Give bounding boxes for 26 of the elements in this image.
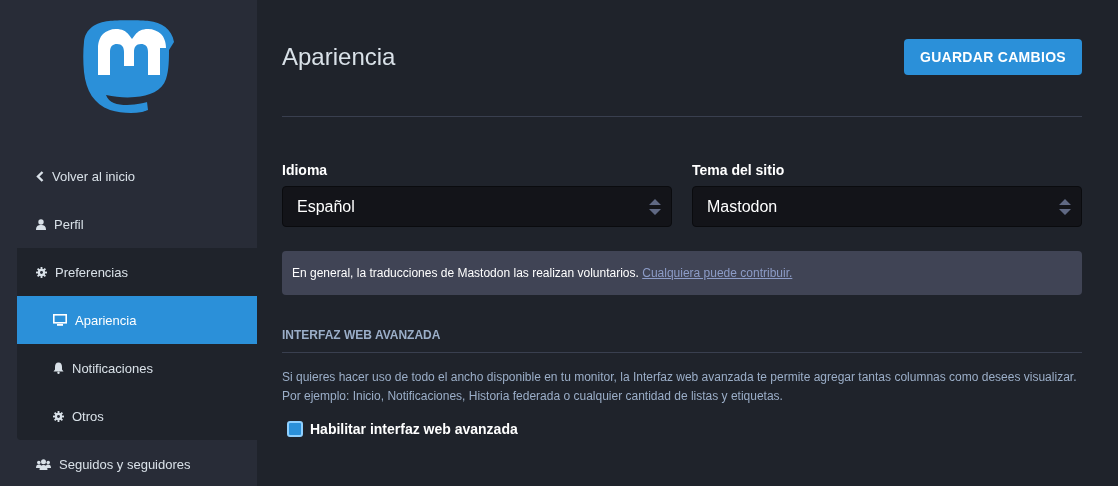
gear-icon [36, 266, 47, 278]
checkbox[interactable] [287, 421, 303, 437]
sidebar-item[interactable]: Notificaciones [17, 344, 257, 392]
section-description: Si quieres hacer uso de todo el ancho disponible en tu monitor, la Interfaz web avanzada te permite agregar tantas columnas como desees visualizar. Por ejemplo: Inicio, Notificaciones, Historia federada o cualquier cantidad de listas y etiquetas. [282, 369, 1078, 405]
sidebar-item[interactable]: Volver al inicio [17, 152, 257, 200]
user-icon [36, 218, 46, 230]
field-label: Tema del sitio [692, 162, 786, 178]
users-icon [36, 458, 51, 470]
field-label: Idioma [282, 162, 329, 178]
sidebar-item[interactable]: Preferencias [17, 248, 257, 296]
monitor-icon [53, 314, 67, 326]
bell-icon [53, 362, 64, 374]
notice-text: En general, la traducciones de Mastodon las realizan voluntarios. Cualquiera puede contribuir. [282, 251, 1082, 295]
contribute-link[interactable]: Cualquiera puede contribuir. [642, 266, 793, 280]
section-heading: INTERFAZ WEB AVANZADA [282, 328, 1082, 353]
gear-icon [53, 410, 64, 422]
sidebar-item[interactable]: Perfil [17, 200, 257, 248]
sidebar-item[interactable]: Otros [17, 392, 257, 440]
select-arrows-icon [1059, 197, 1071, 216]
page-title: Apariencia [282, 43, 396, 71]
select-field[interactable]: Mastodon [692, 186, 1082, 227]
sidebar-item[interactable]: Seguidos y seguidores [17, 440, 257, 486]
chevron-left-icon [36, 170, 44, 182]
select-field[interactable]: Español [282, 186, 672, 227]
select-arrows-icon [649, 197, 661, 216]
checkbox-label: Habilitar interfaz web avanzada [310, 421, 518, 437]
